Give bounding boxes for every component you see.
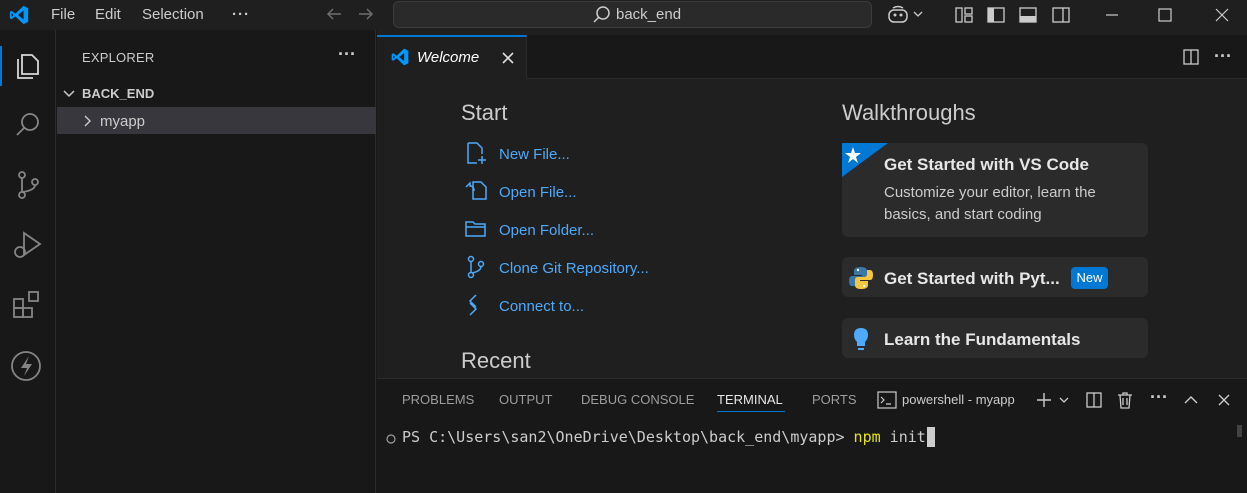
new-badge: New (1071, 267, 1108, 289)
close-window-icon[interactable] (1212, 5, 1232, 25)
terminal-command: npm init (853, 428, 926, 446)
source-control-icon[interactable] (8, 165, 48, 205)
walkthrough-desc: Customize your editor, learn the (884, 184, 1096, 201)
minimize-icon[interactable] (1102, 5, 1122, 25)
toggle-secondary-sidebar-icon[interactable] (1051, 5, 1071, 25)
maximize-icon[interactable] (1155, 5, 1175, 25)
tab-label: Welcome (417, 49, 480, 66)
chevron-up-icon[interactable] (1181, 390, 1201, 410)
editor-more-button[interactable]: ··· (1214, 46, 1232, 67)
open-folder-icon[interactable] (464, 217, 488, 241)
toggle-panel-icon[interactable] (1018, 5, 1038, 25)
walkthrough-title: Learn the Fundamentals (884, 330, 1081, 349)
menu-file[interactable]: File (51, 0, 75, 30)
vscode-logo-icon[interactable] (8, 4, 30, 26)
split-terminal-icon[interactable] (1084, 390, 1104, 410)
star-icon (842, 143, 888, 177)
tab-ports[interactable]: PORTS (812, 392, 857, 407)
git-clone-icon[interactable] (464, 255, 488, 279)
copilot-icon[interactable] (887, 4, 909, 26)
explorer-icon[interactable] (8, 46, 48, 86)
chevron-right-icon[interactable] (81, 114, 93, 128)
terminal-icon (877, 390, 897, 410)
run-debug-icon[interactable] (8, 225, 48, 265)
active-tab-indicator (717, 411, 785, 412)
terminal-scrollbar[interactable] (1237, 425, 1242, 437)
new-file-icon[interactable] (464, 141, 488, 165)
tab-debug-console[interactable]: DEBUG CONSOLE (581, 392, 694, 407)
back-arrow-icon[interactable] (324, 4, 344, 24)
search-icon[interactable] (8, 105, 48, 145)
panel-more-button[interactable]: ··· (1150, 387, 1168, 408)
start-title: Start (461, 100, 508, 125)
trash-icon[interactable] (1115, 390, 1135, 410)
terminal-cursor (927, 427, 935, 447)
close-tab-icon[interactable] (501, 51, 515, 65)
sidebar-more-button[interactable]: ··· (338, 44, 356, 65)
vscode-logo-icon (390, 47, 410, 67)
command-status-icon (386, 432, 396, 444)
walkthrough-desc: basics, and start coding (884, 206, 1042, 223)
toggle-sidebar-icon[interactable] (986, 5, 1006, 25)
python-icon (848, 265, 874, 291)
plus-icon[interactable] (1034, 390, 1054, 410)
walkthrough-title: Get Started with VS Code (884, 155, 1089, 174)
tab-output[interactable]: OUTPUT (499, 392, 552, 407)
menu-edit[interactable]: Edit (95, 0, 121, 30)
extensions-icon[interactable] (8, 285, 48, 325)
bolt-icon[interactable] (8, 346, 48, 386)
menu-selection[interactable]: Selection (142, 0, 204, 30)
clone-repo-link[interactable]: Clone Git Repository... (499, 260, 649, 277)
split-editor-icon[interactable] (1181, 47, 1201, 67)
customize-layout-icon[interactable] (954, 5, 974, 25)
tree-item-label: myapp (100, 113, 146, 130)
active-indicator (0, 46, 2, 86)
recent-title: Recent (461, 348, 531, 373)
chevron-down-icon[interactable] (1058, 394, 1070, 406)
walkthrough-title: Get Started with Pyt... (884, 269, 1060, 288)
open-folder-link[interactable]: Open Folder... (499, 222, 594, 239)
forward-arrow-icon[interactable] (356, 4, 376, 24)
open-file-icon[interactable] (464, 179, 488, 203)
terminal-line[interactable]: PS C:\Users\san2\OneDrive\Desktop\back_e… (402, 428, 926, 446)
lightbulb-icon (852, 326, 870, 352)
tab-terminal[interactable]: TERMINAL (717, 392, 783, 407)
menu-more[interactable]: ··· (232, 0, 250, 30)
chevron-down-icon[interactable] (62, 86, 76, 100)
folder-label: BACK_END (82, 86, 155, 101)
tab-problems[interactable]: PROBLEMS (402, 392, 474, 407)
search-text: back_end (616, 6, 682, 23)
walkthroughs-title: Walkthroughs (842, 100, 976, 125)
open-file-link[interactable]: Open File... (499, 184, 577, 201)
new-file-link[interactable]: New File... (499, 146, 570, 163)
terminal-prompt: PS C:\Users\san2\OneDrive\Desktop\back_e… (402, 428, 854, 446)
search-icon (592, 5, 612, 25)
chevron-down-icon[interactable] (912, 8, 924, 20)
terminal-name[interactable]: powershell - myapp (902, 392, 1015, 407)
connect-link[interactable]: Connect to... (499, 298, 584, 315)
close-panel-icon[interactable] (1214, 390, 1234, 410)
sidebar-title: EXPLORER (82, 50, 155, 65)
remote-connect-icon[interactable] (464, 293, 488, 317)
